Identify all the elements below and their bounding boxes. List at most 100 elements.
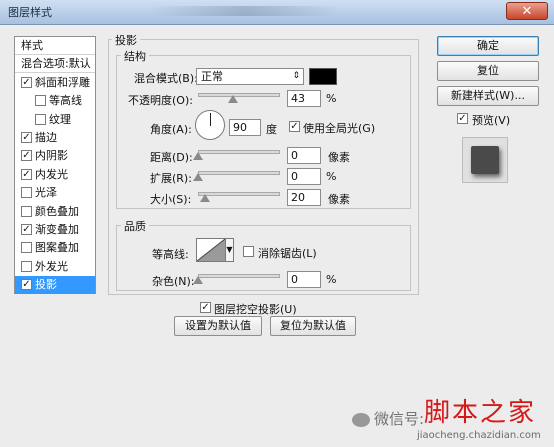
- style-list-checkbox[interactable]: [35, 113, 46, 125]
- style-list-item[interactable]: 颜色叠加: [15, 203, 95, 221]
- spread-input[interactable]: 0: [287, 168, 321, 185]
- distance-slider[interactable]: [198, 150, 280, 154]
- preview-swatch: [471, 146, 499, 174]
- opacity-input[interactable]: 43: [287, 90, 321, 107]
- style-list-item[interactable]: 混合选项:默认: [15, 55, 95, 74]
- noise-unit: %: [326, 273, 337, 286]
- style-list-checkbox[interactable]: ✓: [21, 76, 32, 88]
- global-light-checkbox[interactable]: ✓: [289, 121, 300, 132]
- style-list-item[interactable]: 外发光: [15, 258, 95, 276]
- style-list: 样式 混合选项:默认 ✓ 斜面和浮雕 等高线 纹理 ✓ 描边 ✓ 内阴影 ✓ 内发光 光泽 颜色叠加 ✓ 渐变…: [14, 36, 96, 295]
- size-label: 大小(S):: [150, 193, 192, 206]
- angle-unit: 度: [266, 123, 277, 136]
- opacity-label: 不透明度(O):: [128, 94, 193, 107]
- style-list-label: 投影: [35, 278, 57, 292]
- quality-title: 品质: [121, 218, 149, 234]
- style-list-item[interactable]: ✓ 渐变叠加: [15, 221, 95, 239]
- knockout-checkbox[interactable]: ✓: [200, 302, 211, 313]
- watermark-site-name: 脚本之家: [424, 398, 537, 428]
- layer-style-dialog: 图层样式 ✕ 样式 混合选项:默认 ✓ 斜面和浮雕 等高线 纹理 ✓ 描边 ✓ 内阴影 ✓ 内发光 光泽…: [0, 0, 554, 447]
- style-list-checkbox[interactable]: ✓: [21, 279, 32, 291]
- angle-label: 角度(A):: [150, 123, 192, 136]
- watermark-wechat-text: 微信号:: [374, 410, 425, 428]
- angle-input[interactable]: 90: [229, 119, 261, 136]
- size-slider-thumb[interactable]: [199, 194, 210, 202]
- style-list-item[interactable]: ✓ 斜面和浮雕: [15, 74, 95, 92]
- opacity-unit: %: [326, 92, 337, 105]
- blend-mode-value: 正常: [201, 70, 223, 83]
- contour-curve-icon: [196, 238, 226, 262]
- noise-slider-thumb[interactable]: [193, 276, 203, 284]
- drop-shadow-title: 投影: [112, 32, 140, 48]
- preview-label: 预览(V): [472, 114, 511, 127]
- style-list-label: 图案叠加: [35, 241, 79, 255]
- select-arrows-icon: ⇕: [292, 71, 300, 81]
- ok-button[interactable]: 确定: [437, 36, 539, 56]
- style-list-checkbox[interactable]: [21, 205, 32, 217]
- distance-label: 距离(D):: [150, 151, 193, 164]
- style-list-label: 渐变叠加: [35, 223, 79, 236]
- wechat-icon: [352, 412, 370, 427]
- size-input[interactable]: 20: [287, 189, 321, 206]
- anti-alias-checkbox[interactable]: [243, 246, 254, 257]
- style-list-checkbox[interactable]: [21, 187, 32, 199]
- spread-unit: %: [326, 170, 337, 183]
- opacity-slider-thumb[interactable]: [228, 95, 239, 103]
- size-unit: 像素: [328, 193, 350, 206]
- style-list-label: 纹理: [49, 112, 71, 126]
- style-list-checkbox[interactable]: [21, 260, 32, 272]
- contour-picker[interactable]: [196, 238, 226, 262]
- style-list-checkbox[interactable]: ✓: [21, 150, 32, 162]
- style-list-label: 斜面和浮雕: [35, 75, 90, 89]
- spread-slider[interactable]: [198, 171, 280, 175]
- style-list-label: 等高线: [49, 94, 82, 108]
- style-list-label: 样式: [21, 39, 43, 52]
- style-list-checkbox[interactable]: [35, 95, 46, 107]
- style-list-item[interactable]: 等高线: [15, 92, 95, 110]
- reset-button[interactable]: 复位: [437, 61, 539, 81]
- spread-slider-thumb[interactable]: [193, 173, 203, 181]
- style-list-item[interactable]: ✓ 内阴影: [15, 147, 95, 165]
- style-list-label: 混合选项:默认: [21, 57, 91, 71]
- shadow-color-swatch[interactable]: [309, 68, 337, 85]
- style-list-label: 颜色叠加: [35, 204, 79, 218]
- knockout-label: 图层挖空投影(U): [214, 303, 297, 316]
- style-list-item[interactable]: 纹理: [15, 111, 95, 129]
- preview-checkbox[interactable]: ✓: [457, 113, 468, 124]
- blend-mode-select[interactable]: 正常 ⇕: [196, 68, 304, 85]
- structure-title: 结构: [121, 48, 149, 64]
- contour-dropdown-arrow-icon[interactable]: ▼: [226, 238, 234, 262]
- style-list-checkbox[interactable]: [21, 242, 32, 254]
- new-style-button[interactable]: 新建样式(W)...: [437, 86, 539, 106]
- style-list-label: 外发光: [35, 259, 68, 273]
- distance-slider-thumb[interactable]: [193, 152, 203, 160]
- contour-label: 等高线:: [152, 248, 189, 261]
- style-list-item[interactable]: ✓ 内发光: [15, 166, 95, 184]
- size-slider[interactable]: [198, 192, 280, 196]
- distance-input[interactable]: 0: [287, 147, 321, 164]
- reset-default-button[interactable]: 复位为默认值: [270, 316, 356, 336]
- noise-slider[interactable]: [198, 274, 280, 278]
- anti-alias-label: 消除锯齿(L): [258, 247, 317, 260]
- style-list-item[interactable]: ✓ 描边: [15, 129, 95, 147]
- style-list-item[interactable]: 光泽: [15, 184, 95, 202]
- noise-input[interactable]: 0: [287, 271, 321, 288]
- noise-label: 杂色(N):: [152, 275, 195, 288]
- title-bar[interactable]: 图层样式 ✕: [0, 0, 554, 25]
- style-list-checkbox[interactable]: ✓: [21, 168, 32, 180]
- window-title: 图层样式: [8, 6, 52, 19]
- style-list-item[interactable]: ✓ 投影: [15, 276, 95, 295]
- distance-unit: 像素: [328, 151, 350, 164]
- style-list-item[interactable]: 样式: [15, 37, 95, 55]
- make-default-button[interactable]: 设置为默认值: [174, 316, 262, 336]
- watermark-wechat: 微信号:: [352, 408, 424, 429]
- style-list-checkbox[interactable]: ✓: [21, 224, 32, 235]
- opacity-slider[interactable]: [198, 93, 280, 97]
- close-button[interactable]: ✕: [506, 2, 548, 20]
- style-list-checkbox[interactable]: ✓: [21, 132, 32, 143]
- style-list-label: 描边: [35, 131, 57, 144]
- style-preview-thumbnail: [462, 137, 508, 183]
- angle-dial[interactable]: [195, 110, 225, 140]
- style-list-item[interactable]: 图案叠加: [15, 239, 95, 257]
- blend-mode-label: 混合模式(B):: [134, 72, 198, 85]
